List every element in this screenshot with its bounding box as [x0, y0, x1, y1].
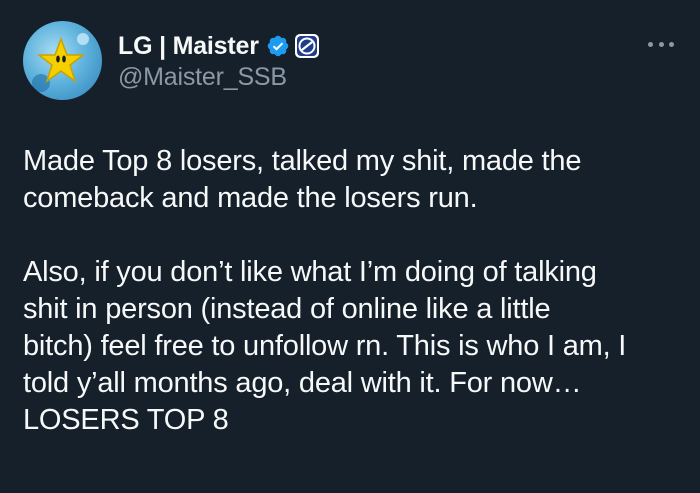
dot-icon: [658, 41, 664, 47]
text-line: shit in person (instead of online like a…: [23, 293, 551, 325]
text-line: told y’all months ago, deal with it. For…: [23, 367, 582, 399]
name-row: LG | Maister: [118, 29, 320, 63]
verified-badge-icon[interactable]: [266, 34, 290, 58]
luminosity-gaming-logo-icon[interactable]: [294, 33, 320, 59]
user-handle[interactable]: @Maister_SSB: [118, 63, 320, 92]
more-options-icon[interactable]: [648, 40, 674, 48]
text-line: LOSERS TOP 8: [23, 404, 229, 436]
text-line: Also, if you don’t like what I’m doing o…: [23, 256, 597, 288]
tweet-paragraph: Made Top 8 losers, talked my shit, made …: [23, 143, 683, 217]
text-line: Made Top 8 losers, talked my shit, made …: [23, 145, 582, 177]
text-line: comeback and made the losers run.: [23, 182, 478, 214]
display-name[interactable]: LG | Maister: [118, 32, 259, 61]
tweet-paragraph: Also, if you don’t like what I’m doing o…: [23, 254, 683, 439]
dot-icon: [669, 41, 674, 47]
power-star-icon: [32, 33, 89, 92]
avatar[interactable]: [23, 21, 102, 100]
tweet-card: LG | Maister @Maister_SSB Made Top 8 los…: [0, 0, 700, 493]
author-info: LG | Maister @Maister_SSB: [118, 29, 320, 92]
tweet-text: Made Top 8 losers, talked my shit, made …: [23, 143, 683, 439]
text-line: bitch) feel free to unfollow rn. This is…: [23, 330, 627, 362]
dot-icon: [648, 41, 653, 47]
